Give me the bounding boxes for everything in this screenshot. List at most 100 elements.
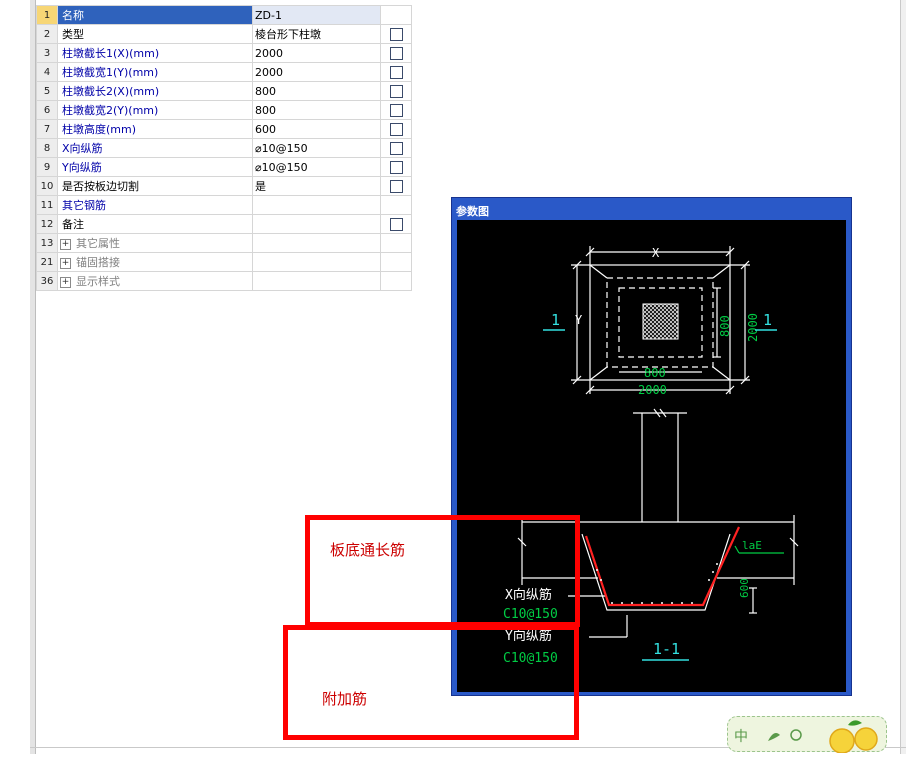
property-name: 类型 [57,24,253,44]
property-name-label: 备注 [62,218,84,231]
attach-checkbox[interactable] [389,122,403,136]
attach-checkbox-cell [380,195,412,215]
property-row[interactable]: 13 + 其它属性 [36,233,412,253]
property-name-label: 其它钢筋 [62,199,106,212]
property-row[interactable]: 8 X向纵筋 ⌀10@150 [36,138,412,158]
property-name: 柱墩截长2(X)(mm) [57,81,253,101]
property-value[interactable] [252,233,381,253]
property-row[interactable]: 5 柱墩截长2(X)(mm) 800 [36,81,412,101]
row-number: 2 [36,24,58,44]
property-value[interactable] [252,214,381,234]
attach-checkbox[interactable] [389,179,403,193]
annotation-bottom-bar: 板底通长筋 [330,541,406,559]
expand-plus-icon[interactable]: + [60,238,71,250]
property-name: X向纵筋 [57,138,253,158]
attach-checkbox[interactable] [389,160,403,174]
column-hatch [642,303,679,340]
property-name-label: 柱墩高度(mm) [62,123,137,136]
property-name-label: 柱墩截长1(X)(mm) [62,47,160,60]
property-value[interactable]: 2000 [252,62,381,82]
property-value[interactable]: ⌀10@150 [252,138,381,158]
property-value[interactable]: 是 [252,176,381,196]
property-row[interactable]: 10 是否按板边切割 是 [36,176,412,196]
logo-glyph-icon: 中 [734,729,748,745]
property-name: 其它钢筋 [57,195,253,215]
attach-checkbox[interactable] [389,141,403,155]
dim-label-y: Y [575,313,583,327]
dim-label-x: X [652,246,660,260]
row-number: 7 [36,119,58,139]
property-name: 名称 [57,5,253,25]
property-value[interactable]: 2000 [252,43,381,63]
row-number: 5 [36,81,58,101]
property-name: 柱墩高度(mm) [57,119,253,139]
property-name: + 锚固搭接 [57,252,253,272]
property-value[interactable] [252,195,381,215]
dim-2000-horizontal: 2000 [638,383,667,397]
row-number: 13 [36,233,58,253]
expand-plus-icon[interactable]: + [60,257,71,269]
property-row[interactable]: 21 + 锚固搭接 [36,252,412,272]
attach-checkbox-cell [380,100,412,120]
property-name-label: Y向纵筋 [62,161,102,174]
dim-600: 600 [738,578,751,598]
attach-checkbox-cell [380,176,412,196]
property-value[interactable] [252,252,381,272]
property-row[interactable]: 2 类型 棱台形下柱墩 [36,24,412,44]
property-value[interactable]: 棱台形下柱墩 [252,24,381,44]
attach-checkbox[interactable] [389,84,403,98]
property-name-label: X向纵筋 [62,142,103,155]
property-row[interactable]: 9 Y向纵筋 ⌀10@150 [36,157,412,177]
dim-800-vertical: 800 [718,315,732,337]
attach-checkbox-cell [380,138,412,158]
row-number: 3 [36,43,58,63]
property-value[interactable]: 800 [252,81,381,101]
property-row[interactable]: 1 名称 ZD-1 [36,5,412,25]
property-value[interactable]: 600 [252,119,381,139]
property-row[interactable]: 7 柱墩高度(mm) 600 [36,119,412,139]
dim-2000-vertical: 2000 [746,313,760,342]
attach-checkbox-cell [380,81,412,101]
section-mark-left: 1 [551,311,560,329]
section-mark-right: 1 [763,311,772,329]
lemon-icon [829,728,855,754]
property-name-label: 名称 [62,9,84,22]
property-row[interactable]: 12 备注 [36,214,412,234]
property-value[interactable]: ZD-1 [252,5,381,25]
leaf-icon [768,733,780,741]
attach-checkbox[interactable] [389,65,403,79]
property-row[interactable]: 36 + 显示样式 [36,271,412,291]
annotation-box-additional-bar [283,625,579,740]
row-number: 11 [36,195,58,215]
property-table: 1 名称 ZD-1 2 类型 棱台形下柱墩 3 柱墩截长1(X)(mm) 2000 4 柱墩截宽1(… [36,5,412,291]
property-value[interactable] [252,271,381,291]
attach-checkbox-cell [380,271,412,291]
property-row[interactable]: 3 柱墩截长1(X)(mm) 2000 [36,43,412,63]
corner-logo: 中 [727,716,887,754]
property-name: 备注 [57,214,253,234]
row-number: 4 [36,62,58,82]
property-row[interactable]: 11 其它钢筋 [36,195,412,215]
attach-checkbox[interactable] [389,103,403,117]
property-name: Y向纵筋 [57,157,253,177]
lemon-slice-icon [854,727,878,751]
attach-checkbox-cell [380,119,412,139]
row-number: 6 [36,100,58,120]
property-value[interactable]: 800 [252,100,381,120]
row-number: 1 [36,5,58,25]
row-number: 9 [36,157,58,177]
property-name-label: 柱墩截宽1(Y)(mm) [62,66,159,79]
attach-checkbox[interactable] [389,27,403,41]
property-name: + 显示样式 [57,271,253,291]
annotation-additional-bar: 附加筋 [322,690,368,708]
property-row[interactable]: 4 柱墩截宽1(Y)(mm) 2000 [36,62,412,82]
property-value[interactable]: ⌀10@150 [252,157,381,177]
row-number: 10 [36,176,58,196]
section-name: 1-1 [653,640,680,658]
attach-checkbox[interactable] [389,46,403,60]
property-name-label: 显示样式 [76,275,120,288]
property-row[interactable]: 6 柱墩截宽2(Y)(mm) 800 [36,100,412,120]
row-number: 36 [36,271,58,291]
attach-checkbox[interactable] [389,217,403,231]
expand-plus-icon[interactable]: + [60,276,71,288]
